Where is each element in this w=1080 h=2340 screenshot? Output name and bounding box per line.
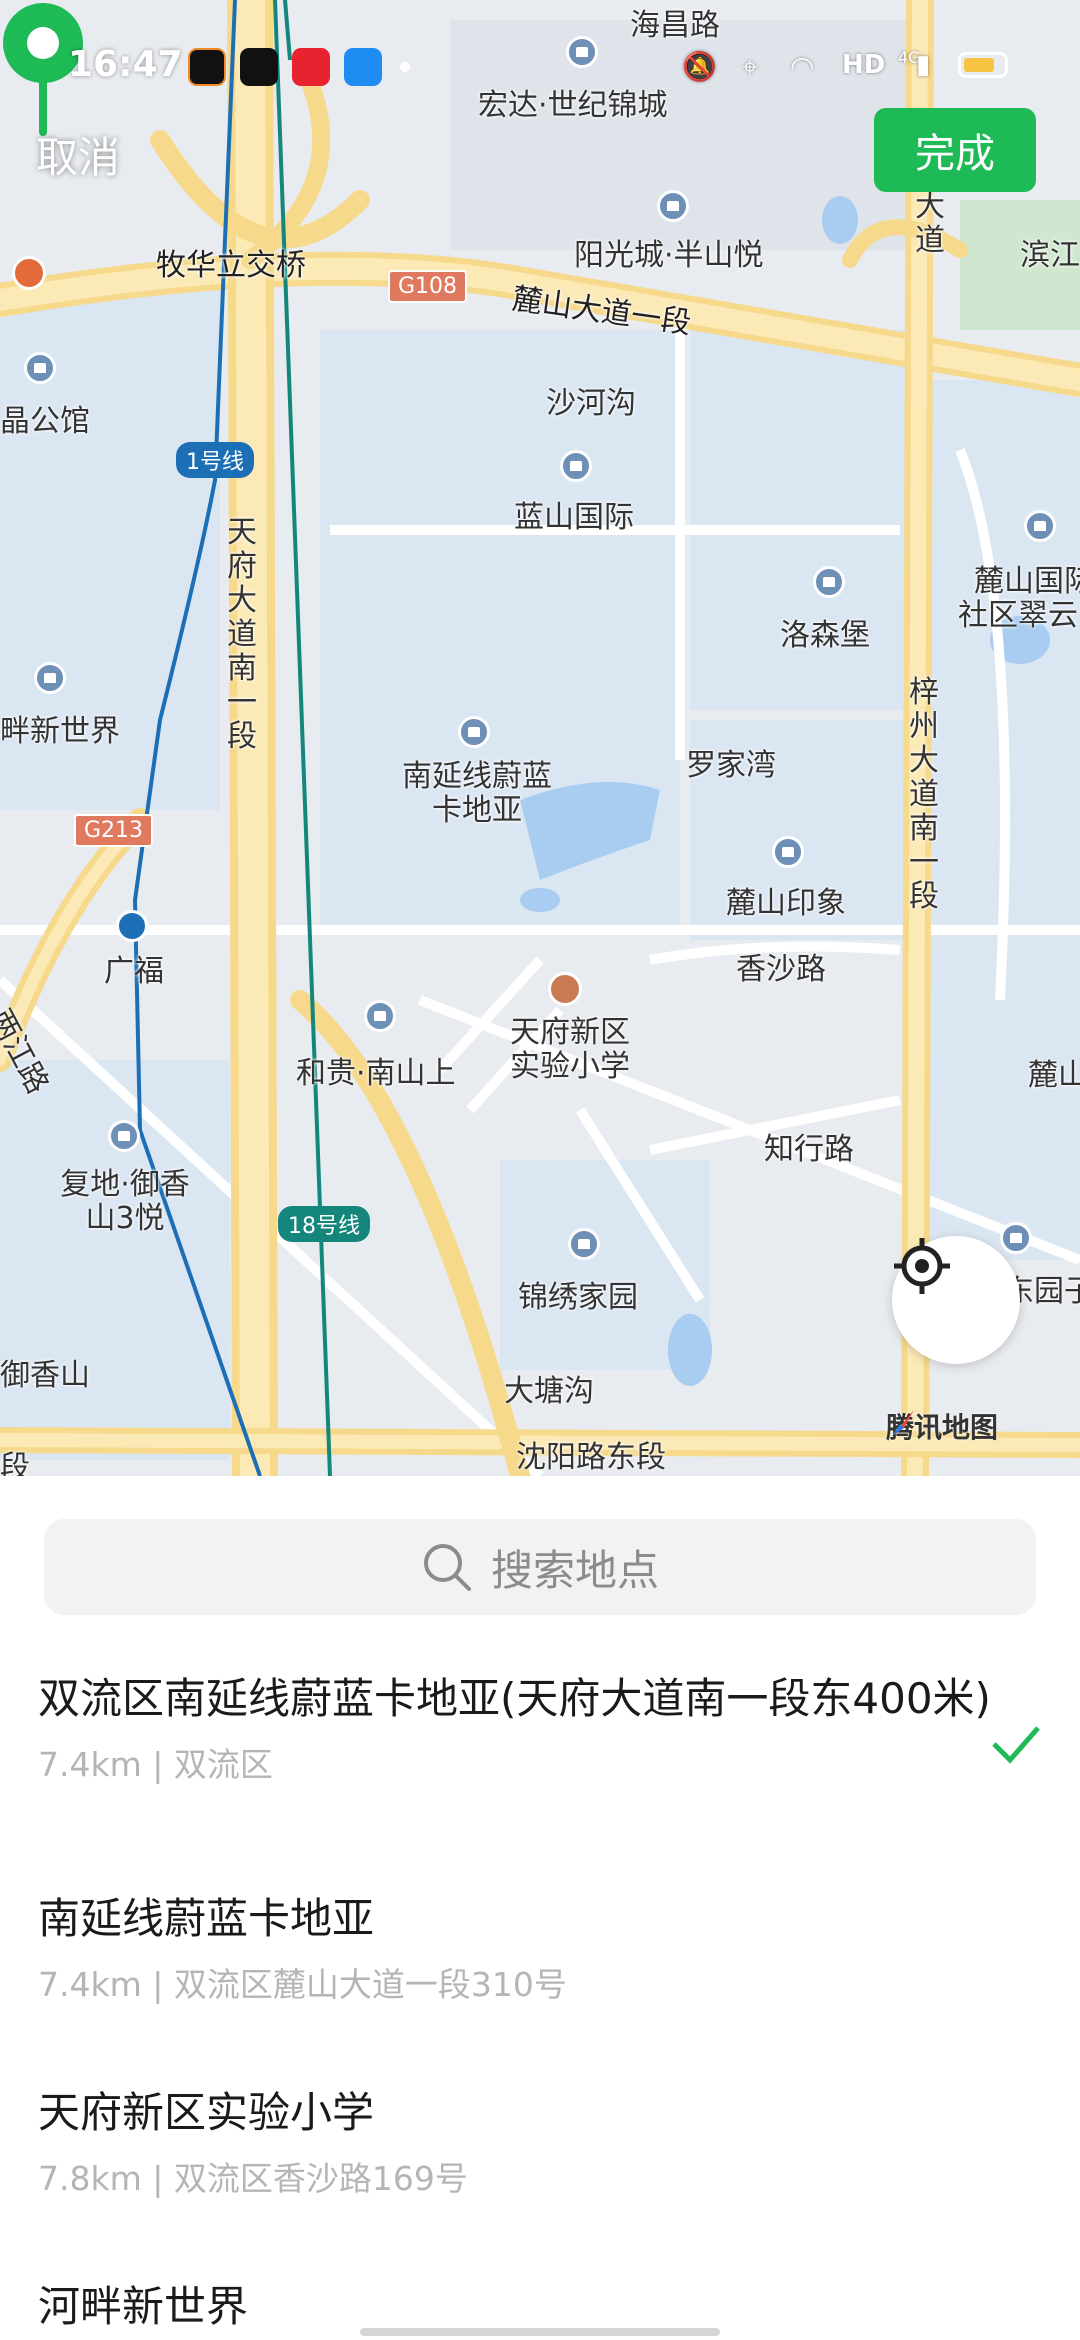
poi-icon	[34, 662, 66, 694]
location-panel: 搜索地点 双流区南延线蔚蓝卡地亚(天府大道南一段东400米) 7.4km | 双…	[0, 1476, 1080, 2340]
map-label: 沈阳路东段	[516, 1440, 666, 1475]
map-label: 罗家湾	[686, 748, 776, 783]
map-label: 香沙路	[736, 952, 826, 987]
map-label: 大道	[915, 189, 945, 258]
road-badge: G213	[74, 814, 154, 847]
map-label: 滨江	[1020, 238, 1080, 273]
poi-icon	[657, 190, 689, 222]
search-icon	[423, 1544, 471, 1591]
list-item[interactable]: 南延线蔚蓝卡地亚 7.4km | 双流区麓山大道一段310号	[38, 1886, 998, 2006]
map-label: 沙河沟	[546, 386, 636, 421]
map-label: 梓州大道南一段	[909, 675, 939, 914]
more-notifications-dot	[400, 62, 410, 72]
search-input[interactable]: 搜索地点	[44, 1519, 1036, 1615]
list-item-title: 天府新区实验小学	[38, 2088, 375, 2137]
map-label: 洛森堡	[780, 618, 870, 653]
poi-icon	[772, 836, 804, 868]
map-label: 和贵·南山上	[296, 1056, 456, 1091]
list-item-title: 双流区南延线蔚蓝卡地亚(天府大道南一段东400米)	[38, 1674, 991, 1723]
map-label: 天府大道南一段	[227, 515, 257, 754]
map-label: 麓山	[1028, 1058, 1080, 1093]
poi-icon	[1024, 510, 1056, 542]
map-view[interactable]: 海昌路 宏达·世纪锦城 阳光城·半山悦 牧华立交桥 G108 麓山大道一段 滨江…	[0, 0, 1080, 1476]
app-o-icon	[188, 48, 226, 86]
map-label: 段	[0, 1450, 30, 1476]
cancel-button[interactable]: 取消	[36, 124, 120, 185]
map-label: 牧华立交桥	[156, 248, 306, 283]
poi-icon	[458, 716, 490, 748]
warning-icon	[12, 256, 46, 290]
poi-icon	[364, 1000, 396, 1032]
poi-icon	[813, 566, 845, 598]
mute-icon: 🔕	[682, 50, 717, 83]
map-label: 广福	[104, 954, 164, 989]
map-label: 天府新区实验小学	[510, 1015, 630, 1084]
map-label: 大塘沟	[504, 1374, 594, 1409]
map-label: 御香山	[0, 1358, 90, 1393]
home-indicator[interactable]	[360, 2328, 720, 2336]
checkmark-icon	[992, 1726, 1040, 1764]
map-label: 南延线蔚蓝卡地亚	[402, 759, 552, 828]
map-label: 蓝山国际	[514, 500, 634, 535]
network-type: HD	[842, 50, 886, 80]
metro-station-icon	[116, 910, 148, 942]
poi-icon	[568, 1228, 600, 1260]
tiktok-icon	[240, 48, 278, 86]
list-item[interactable]: 双流区南延线蔚蓝卡地亚(天府大道南一段东400米) 7.4km | 双流区	[38, 1666, 998, 1786]
map-label: 晶公馆	[0, 404, 90, 439]
locate-me-button[interactable]	[892, 1236, 1020, 1364]
map-label: 知行路	[764, 1132, 854, 1167]
map-brand: 腾讯地图	[886, 1406, 998, 1446]
metro-badge: 1号线	[176, 442, 254, 478]
list-item-subtitle: 7.8km | 双流区香沙路169号	[38, 2159, 468, 2198]
poi-icon	[560, 450, 592, 482]
road-badge: G108	[388, 270, 468, 303]
wifi-icon: ◠	[790, 50, 815, 83]
crosshair-icon	[894, 1238, 950, 1294]
map-label: 锦绣家园	[518, 1280, 638, 1315]
poi-icon	[24, 352, 56, 384]
map-label: 社区翠云	[958, 598, 1078, 633]
map-label: 麓山印象	[726, 886, 846, 921]
signal-icon: ▮	[916, 50, 931, 80]
search-placeholder: 搜索地点	[490, 1545, 659, 1595]
school-icon	[548, 972, 582, 1006]
done-button[interactable]: 完成	[874, 108, 1036, 192]
poi-icon	[1000, 1222, 1032, 1254]
list-item-title: 南延线蔚蓝卡地亚	[38, 1894, 375, 1943]
list-item-subtitle: 7.4km | 双流区麓山大道一段310号	[38, 1965, 567, 2004]
xiaohongshu-icon	[292, 48, 330, 86]
map-label: 复地·御香山3悦	[60, 1167, 190, 1236]
map-label: 阳光城·半山悦	[574, 238, 764, 273]
battery-icon	[958, 52, 1008, 78]
poi-icon	[108, 1120, 140, 1152]
tencent-map-logo-icon	[892, 1410, 914, 1436]
location-icon: ⌖	[742, 50, 758, 83]
browser-icon	[344, 48, 382, 86]
list-item[interactable]: 天府新区实验小学 7.8km | 双流区香沙路169号	[38, 2080, 998, 2200]
map-label: 畔新世界	[0, 714, 120, 749]
metro-badge: 18号线	[278, 1206, 370, 1242]
list-item-subtitle: 7.4km | 双流区	[38, 1745, 273, 1784]
status-time: 16:47	[68, 44, 183, 85]
